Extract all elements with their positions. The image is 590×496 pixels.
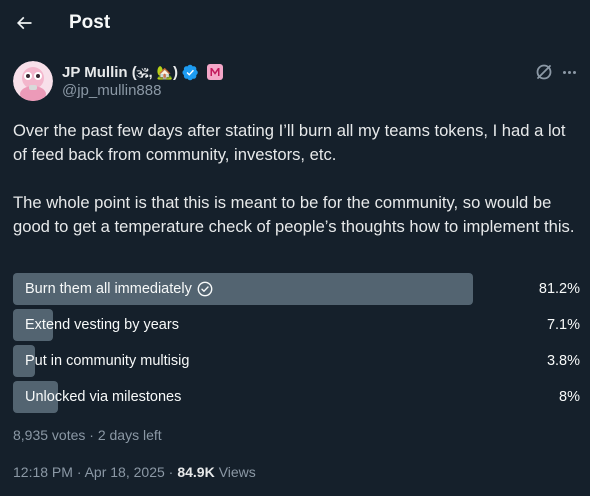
om-emoji: 🕉 <box>136 64 149 80</box>
avatar-image <box>13 61 53 101</box>
poll-option[interactable]: Burn them all immediately 81.2% <box>13 273 580 305</box>
author-display-name[interactable]: JP Mullin (🕉, 🏡) <box>62 64 178 81</box>
post-time-link[interactable]: 12:18 PM · Apr 18, 2025 · <box>13 464 173 480</box>
arrow-left-icon <box>16 16 32 30</box>
page-title: Post <box>69 12 111 33</box>
poll-option-label: Unlocked via milestones <box>25 389 182 405</box>
verified-badge-icon[interactable] <box>182 64 199 81</box>
poll-option-percent: 7.1% <box>546 317 580 333</box>
poll: Burn them all immediately 81.2% Extend v… <box>13 273 580 417</box>
poll-option[interactable]: Extend vesting by years 7.1% <box>13 309 580 341</box>
affiliate-badge-icon[interactable] <box>206 64 223 80</box>
avatar[interactable] <box>13 61 53 101</box>
author-handle[interactable]: @jp_mullin888 <box>62 82 161 99</box>
header-bar: Post <box>0 0 590 48</box>
author-line: JP Mullin (🕉, 🏡) <box>62 62 223 82</box>
poll-option-label: Burn them all immediately <box>25 281 192 297</box>
more-dot-icon <box>567 70 571 74</box>
more-dot-icon <box>562 70 566 74</box>
poll-option-label: Put in community multisig <box>25 353 190 369</box>
more-dot-icon <box>572 70 576 74</box>
poll-option-percent: 8% <box>559 389 580 405</box>
poll-option[interactable]: Put in community multisig 3.8% <box>13 345 580 377</box>
poll-meta: 8,935 votes · 2 days left <box>13 427 162 443</box>
more-options-button[interactable] <box>559 61 579 83</box>
tweet-paragraph: Over the past few days after stating I’l… <box>13 121 566 164</box>
grok-icon <box>536 64 552 80</box>
poll-option-label: Extend vesting by years <box>25 317 179 333</box>
poll-option[interactable]: Unlocked via milestones 8% <box>13 381 580 413</box>
poll-option-percent: 3.8% <box>546 353 580 369</box>
check-circle-icon <box>197 281 213 297</box>
grok-button[interactable] <box>533 61 555 83</box>
views-count: 84.9K <box>177 464 215 480</box>
tweet-text: Over the past few days after stating I’l… <box>13 119 583 239</box>
poll-option-percent: 81.2% <box>538 281 580 297</box>
post-timestamp: 12:18 PM · Apr 18, 2025 · 84.9K Views <box>13 464 256 480</box>
tweet-paragraph: The whole point is that this is meant to… <box>13 193 575 236</box>
back-button[interactable] <box>8 7 40 39</box>
views-label: Views <box>218 464 256 480</box>
house-emoji: 🏡 <box>156 64 173 80</box>
